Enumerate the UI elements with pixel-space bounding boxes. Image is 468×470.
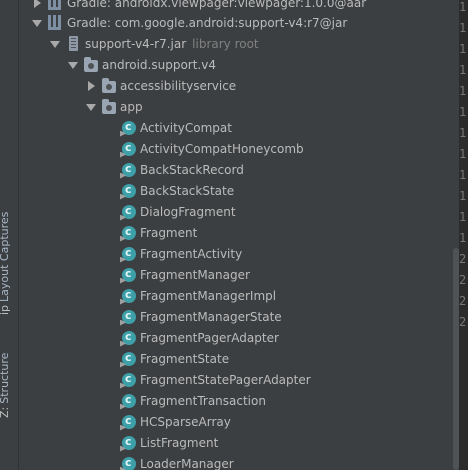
line-number: 2 (459, 273, 467, 287)
layout-captures-tab[interactable]: ip Layout Captures (0, 212, 11, 315)
tree-node-label: Gradle: androidx.viewpager:viewpager:1.0… (67, 0, 367, 10)
library-icon (48, 15, 63, 30)
line-number: 1 (459, 21, 467, 35)
tree-node-package-root[interactable]: android.support.v4 (68, 54, 216, 75)
tree-node-label: BackStackState (140, 183, 235, 198)
tree-node-jar[interactable]: support-v4-r7.jar library root (50, 33, 259, 54)
class-icon (122, 435, 136, 450)
class-icon (122, 162, 136, 177)
tree-node-class[interactable]: BackStackRecord (122, 159, 244, 180)
expand-arrow-icon[interactable] (32, 0, 42, 8)
tree-node-label: LoaderManager (140, 456, 234, 470)
class-icon (122, 246, 136, 261)
tree-node-label: FragmentActivity (140, 246, 243, 261)
line-number: 1 (459, 168, 467, 182)
tree-node-label: ActivityCompatHoneycomb (140, 141, 304, 156)
line-number: 1 (459, 0, 467, 14)
collapse-arrow-icon[interactable] (86, 102, 96, 112)
tree-node-class[interactable]: FragmentState (122, 348, 229, 369)
line-number: 2 (459, 252, 467, 266)
class-icon (122, 141, 136, 156)
library-icon (48, 0, 63, 10)
class-icon (122, 204, 136, 219)
collapse-arrow-icon[interactable] (68, 60, 78, 70)
line-number: 2 (459, 294, 467, 308)
tree-node-package-accessibilityservice[interactable]: accessibilityservice (86, 75, 236, 96)
tree-node-class[interactable]: FragmentTransaction (122, 390, 266, 411)
tree-node-label: FragmentState (140, 351, 230, 366)
jar-icon (69, 36, 78, 51)
tree-node-class[interactable]: HCSparseArray (122, 411, 231, 432)
line-number: 1 (459, 126, 467, 140)
class-icon (122, 120, 136, 135)
class-icon (122, 288, 136, 303)
tree-node-class[interactable]: FragmentManager (122, 264, 250, 285)
tree-node-label: FragmentPagerAdapter (140, 330, 279, 345)
package-icon (102, 98, 116, 114)
tree-node-class[interactable]: DialogFragment (122, 201, 236, 222)
layout-captures-tab-number: ip (0, 304, 11, 315)
package-icon (102, 77, 116, 93)
tree-node-label: ActivityCompat (140, 120, 232, 135)
class-icon (122, 267, 136, 282)
class-icon (122, 309, 136, 324)
tree-node-class[interactable]: ActivityCompat (122, 117, 232, 138)
tree-node-gradle-support-v4[interactable]: Gradle: com.google.android:support-v4:r7… (32, 12, 347, 33)
tree-node-label: Fragment (140, 225, 198, 240)
tree-node-class[interactable]: FragmentManagerImpl (122, 285, 276, 306)
tree-node-class[interactable]: FragmentStatePagerAdapter (122, 369, 311, 390)
tree-node-label: FragmentTransaction (140, 393, 266, 408)
collapse-arrow-icon[interactable] (32, 18, 42, 28)
class-icon (122, 330, 136, 345)
tree-node-class[interactable]: LoaderManager (122, 453, 234, 470)
line-number: 1 (459, 105, 467, 119)
tree-node-label: HCSparseArray (140, 414, 231, 429)
tree-node-label: FragmentStatePagerAdapter (140, 372, 311, 387)
tree-node-label: DialogFragment (140, 204, 236, 219)
tree-node-class[interactable]: BackStackState (122, 180, 234, 201)
class-icon (122, 372, 136, 387)
tree-node-label: FragmentManagerImpl (140, 288, 277, 303)
tree-node-class[interactable]: ActivityCompatHoneycomb (122, 138, 304, 159)
layout-captures-tab-label: Layout Captures (0, 211, 11, 302)
class-icon (122, 456, 136, 470)
line-number: 1 (459, 210, 467, 224)
tree-node-label: BackStackRecord (140, 162, 244, 177)
class-icon (122, 393, 136, 408)
line-number: 1 (459, 147, 467, 161)
class-icon (122, 183, 136, 198)
tree-node-label: ListFragment (140, 435, 219, 450)
project-tree: Gradle: androidx.viewpager:viewpager:1.0… (18, 0, 453, 470)
class-icon (122, 225, 136, 240)
tree-node-label: app (120, 99, 143, 114)
package-icon (84, 56, 98, 72)
collapse-arrow-icon[interactable] (50, 39, 60, 49)
tree-node-class[interactable]: FragmentManagerState (122, 306, 282, 327)
structure-tab-label: Structure (0, 352, 11, 404)
line-number: 2 (459, 315, 467, 329)
tree-node-label: FragmentManagerState (140, 309, 282, 324)
class-icon (122, 414, 136, 429)
tree-node-package-app[interactable]: app (86, 96, 143, 117)
line-number: 1 (459, 63, 467, 77)
tree-node-label: support-v4-r7.jar (85, 36, 187, 51)
tree-node-class[interactable]: Fragment (122, 222, 197, 243)
structure-tab-number: Z: (0, 406, 11, 418)
line-number: 1 (459, 42, 467, 56)
tree-node-class[interactable]: FragmentActivity (122, 243, 242, 264)
line-number: 1 (459, 84, 467, 98)
side-tool-strip: ip Layout Captures Z: Structure (0, 0, 19, 470)
line-number: 1 (459, 231, 467, 245)
tree-node-label: FragmentManager (140, 267, 250, 282)
tree-node-class[interactable]: ListFragment (122, 432, 218, 453)
tree-node-label: accessibilityservice (120, 78, 237, 93)
class-icon (122, 351, 136, 366)
structure-tab[interactable]: Z: Structure (0, 353, 11, 418)
line-number: 1 (459, 189, 467, 203)
library-root-hint: library root (192, 36, 259, 51)
tree-node-label: android.support.v4 (102, 57, 216, 72)
tree-node-label: Gradle: com.google.android:support-v4:r7… (67, 15, 348, 30)
expand-arrow-icon[interactable] (86, 80, 96, 91)
tree-node-class[interactable]: FragmentPagerAdapter (122, 327, 279, 348)
